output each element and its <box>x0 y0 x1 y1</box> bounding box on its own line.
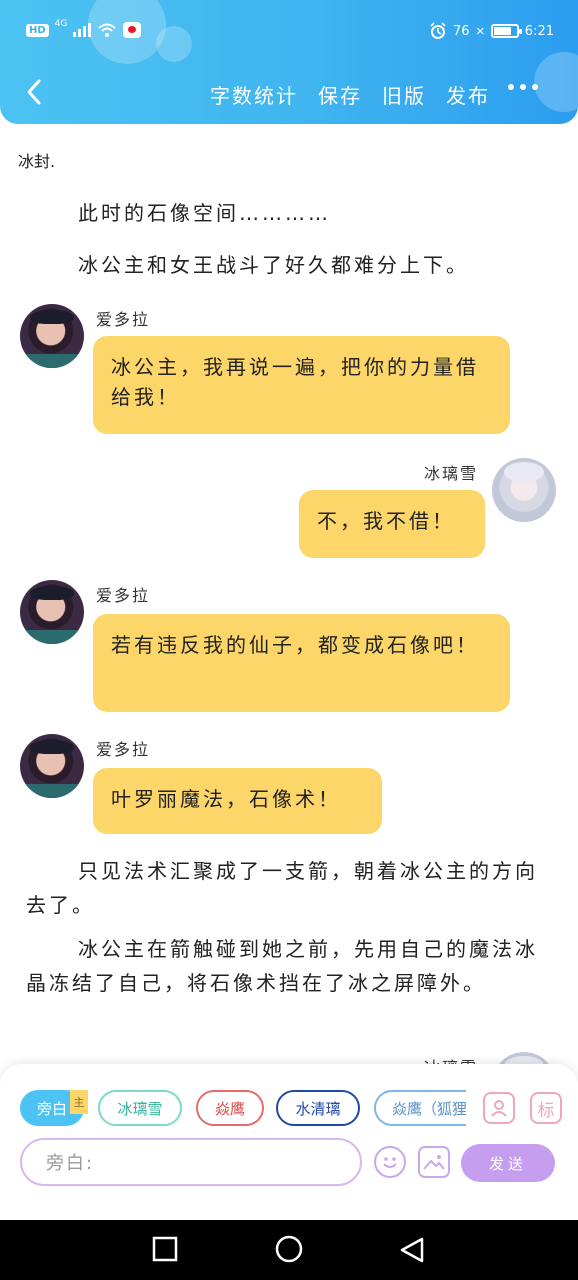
word-count-button[interactable]: 字数统计 <box>210 80 298 109</box>
app-header: HD 4G 76 ✕ 6:21 字数统计 保存 旧版 发布 <box>0 0 578 124</box>
back-button[interactable] <box>18 76 50 108</box>
wifi-icon <box>98 23 117 37</box>
chat-bubble[interactable]: 若有违反我的仙子，都变成石像吧！ <box>93 614 510 712</box>
image-button[interactable] <box>418 1146 450 1178</box>
hd-icon: HD <box>26 23 49 37</box>
narration-text: 冰封. <box>18 152 56 171</box>
back-nav-button[interactable] <box>398 1236 426 1264</box>
close-small-icon: ✕ <box>475 24 485 38</box>
emoji-button[interactable] <box>374 1146 406 1178</box>
speaker-name: 冰璃雪 <box>424 464 479 483</box>
more-options-button[interactable] <box>508 84 538 90</box>
battery-percent: 76 <box>453 23 470 39</box>
top-nav: 字数统计 保存 旧版 发布 <box>0 66 578 122</box>
home-button[interactable] <box>274 1234 304 1264</box>
message-input[interactable] <box>46 1150 346 1176</box>
role-chip[interactable]: 水清璃 <box>276 1090 360 1126</box>
image-icon <box>423 1155 445 1170</box>
speaker-name: 爱多拉 <box>96 740 151 759</box>
recent-apps-button[interactable] <box>152 1236 178 1262</box>
battery-level <box>493 27 511 35</box>
story-content[interactable]: 冰封. 此时的石像空间………… 冰公主和女王战斗了好久都难分上下。 爱多拉 冰公… <box>0 124 578 1074</box>
clock: 6:21 <box>524 23 554 39</box>
chat-bubble[interactable]: 冰公主，我再说一遍，把你的力量借给我！ <box>93 336 510 434</box>
speaker-name: 爱多拉 <box>96 310 151 329</box>
signal-icon <box>73 23 92 37</box>
speaker-name: 爱多拉 <box>96 586 151 605</box>
main-role-badge: 主 <box>70 1090 88 1114</box>
composer-panel: 旁白 冰璃雪 焱鹰 水清璃 焱鹰（狐狸） 主 标 发送 <box>0 1064 578 1220</box>
chat-bubble[interactable]: 不，我不借！ <box>299 490 485 558</box>
battery-icon <box>490 24 522 38</box>
system-nav-bar <box>0 1220 578 1280</box>
alarm-icon <box>430 22 446 39</box>
narration-text: 只见法术汇聚成了一支箭，朝着冰公主的方向去了。 <box>26 859 538 917</box>
avatar[interactable] <box>20 304 84 368</box>
smiley-icon <box>383 1157 397 1168</box>
old-version-button[interactable]: 旧版 <box>382 80 426 109</box>
message-input-box[interactable] <box>20 1138 362 1186</box>
role-manage-button[interactable] <box>483 1092 515 1124</box>
avatar[interactable] <box>20 580 84 644</box>
avatar[interactable] <box>492 458 556 522</box>
narration-text: 此时的石像空间………… <box>78 201 331 225</box>
avatar[interactable] <box>20 734 84 798</box>
save-button[interactable]: 保存 <box>318 80 362 109</box>
narration-text: 冰公主和女王战斗了好久都难分上下。 <box>78 253 469 277</box>
weibo-icon <box>123 22 142 38</box>
role-chip[interactable]: 冰璃雪 <box>98 1090 182 1126</box>
status-bar: HD 4G 76 ✕ 6:21 <box>0 0 578 64</box>
chevron-left-icon <box>27 79 41 105</box>
role-chip[interactable]: 焱鹰（狐狸） <box>374 1090 466 1126</box>
send-button[interactable]: 发送 <box>461 1144 555 1182</box>
narration-text: 冰公主在箭触碰到她之前，先用自己的魔法冰晶冻结了自己，将石像术挡在了冰之屏障外。 <box>26 937 538 995</box>
tag-button[interactable]: 标 <box>530 1092 562 1124</box>
chat-bubble[interactable]: 叶罗丽魔法，石像术！ <box>93 768 382 834</box>
role-chip[interactable]: 焱鹰 <box>196 1090 264 1126</box>
user-icon <box>491 1100 507 1117</box>
network-type: 4G <box>54 19 68 29</box>
publish-button[interactable]: 发布 <box>446 80 490 109</box>
